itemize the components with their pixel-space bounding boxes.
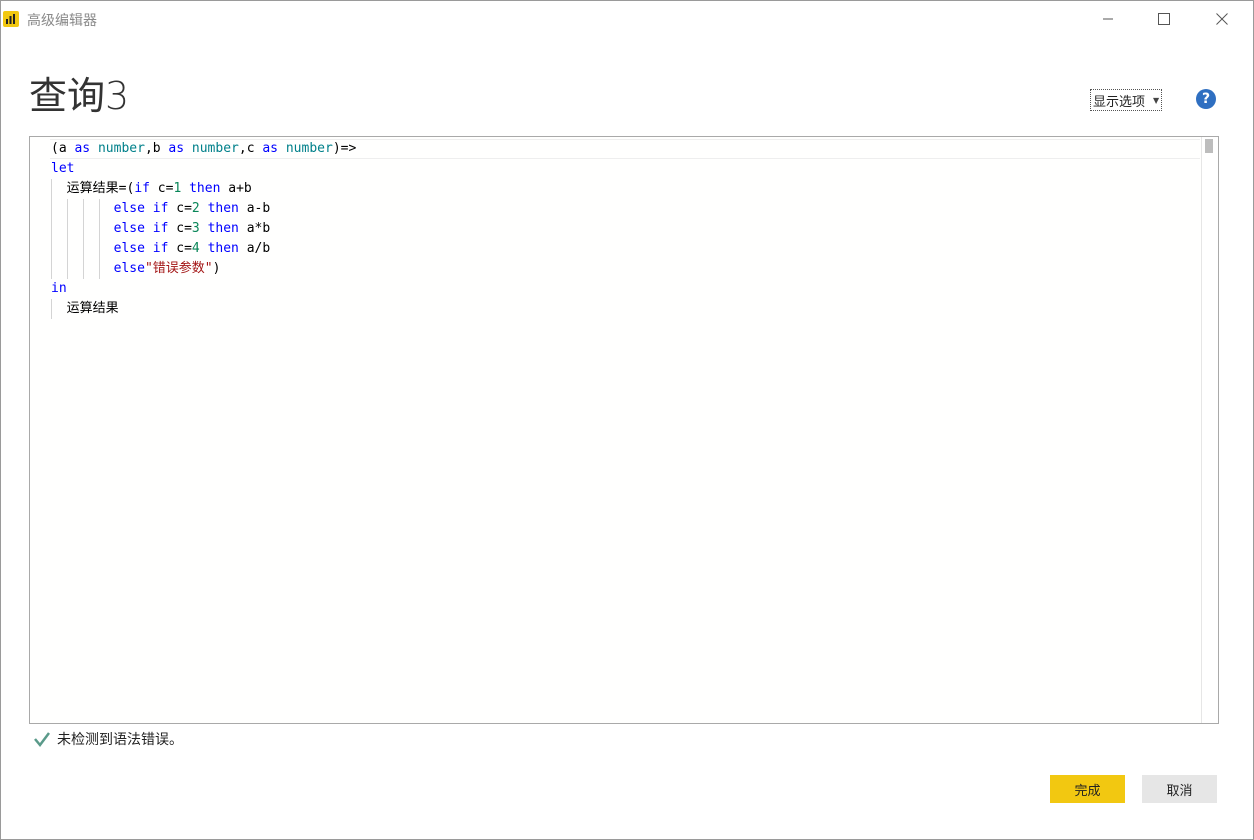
code-line[interactable]: in (51, 279, 356, 299)
code-token: then (189, 181, 221, 196)
status-message: 未检测到语法错误。 (57, 732, 183, 748)
code-token: 3 (191, 221, 200, 236)
help-icon[interactable]: ? (1196, 89, 1216, 109)
display-options-dropdown[interactable]: 显示选项 ▼ (1090, 89, 1163, 111)
code-token: number (191, 141, 239, 156)
code-token: else if (113, 201, 169, 216)
code-token: a*b (238, 221, 271, 236)
code-token: in (51, 281, 67, 296)
done-button[interactable]: 完成 (1050, 775, 1125, 803)
code-token: 2 (191, 201, 200, 216)
code-token: ,b (144, 141, 169, 156)
code-line[interactable]: else"错误参数") (51, 259, 356, 279)
code-token: else (113, 261, 145, 276)
code-token: c= (149, 181, 174, 196)
checkmark-icon (34, 732, 50, 748)
code-token: as (168, 141, 185, 156)
maximize-icon (1158, 13, 1170, 25)
code-token: 4 (191, 241, 200, 256)
advanced-editor-window: 高级编辑器 查询3 显示选项 ▼ ? (a as number,b as num… (0, 0, 1254, 840)
vertical-scrollbar[interactable] (1201, 137, 1218, 723)
code-line[interactable]: else if c=2 then a-b (51, 199, 356, 219)
close-button[interactable] (1199, 1, 1245, 37)
code-line[interactable]: else if c=4 then a/b (51, 239, 356, 259)
code-token: as (262, 141, 279, 156)
code-line[interactable]: else if c=3 then a*b (51, 219, 356, 239)
code-token: (a (51, 141, 75, 156)
code-token: 运算结果=( (51, 181, 135, 196)
minimize-icon (1103, 18, 1113, 20)
code-token: else if (113, 241, 169, 256)
code-token: c= (168, 221, 192, 236)
code-token: number (285, 141, 333, 156)
code-line[interactable]: let (51, 159, 356, 179)
title-bar: 高级编辑器 (1, 1, 1253, 37)
code-line[interactable]: (a as number,b as number,c as number)=> (51, 139, 356, 159)
cancel-button[interactable]: 取消 (1142, 775, 1217, 803)
code-token: ) (212, 261, 221, 276)
code-token: )=> (332, 141, 357, 156)
code-token: ,c (238, 141, 263, 156)
code-token: as (74, 141, 91, 156)
power-bi-app-icon (3, 11, 19, 27)
code-token: a+b (220, 181, 252, 196)
code-content[interactable]: (a as number,b as number,c as number)=> l… (51, 139, 356, 319)
scrollbar-thumb[interactable] (1205, 139, 1213, 153)
code-line[interactable]: 运算结果 (51, 299, 356, 319)
code-token: if (134, 181, 150, 196)
code-line[interactable]: 运算结果=(if c=1 then a+b (51, 179, 356, 199)
code-token: then (207, 241, 239, 256)
query-title: 查询3 (29, 74, 130, 118)
code-token: c= (168, 241, 192, 256)
minimize-button[interactable] (1085, 1, 1131, 37)
close-icon (1216, 13, 1228, 25)
code-token: let (51, 161, 75, 176)
code-token: then (207, 201, 239, 216)
code-token: then (207, 221, 239, 236)
code-token: c= (168, 201, 192, 216)
display-options-label: 显示选项 (1093, 94, 1146, 110)
code-token: number (97, 141, 145, 156)
code-editor[interactable]: (a as number,b as number,c as number)=> l… (29, 136, 1219, 724)
maximize-button[interactable] (1141, 1, 1187, 37)
code-token: "错误参数" (144, 261, 213, 276)
code-token: else if (113, 221, 169, 236)
code-token: 运算结果 (51, 301, 119, 316)
code-token: a-b (238, 201, 271, 216)
code-token: a/b (238, 241, 271, 256)
syntax-status: 未检测到语法错误。 (33, 729, 183, 749)
window-title: 高级编辑器 (27, 13, 97, 29)
chevron-down-icon: ▼ (1153, 95, 1160, 105)
